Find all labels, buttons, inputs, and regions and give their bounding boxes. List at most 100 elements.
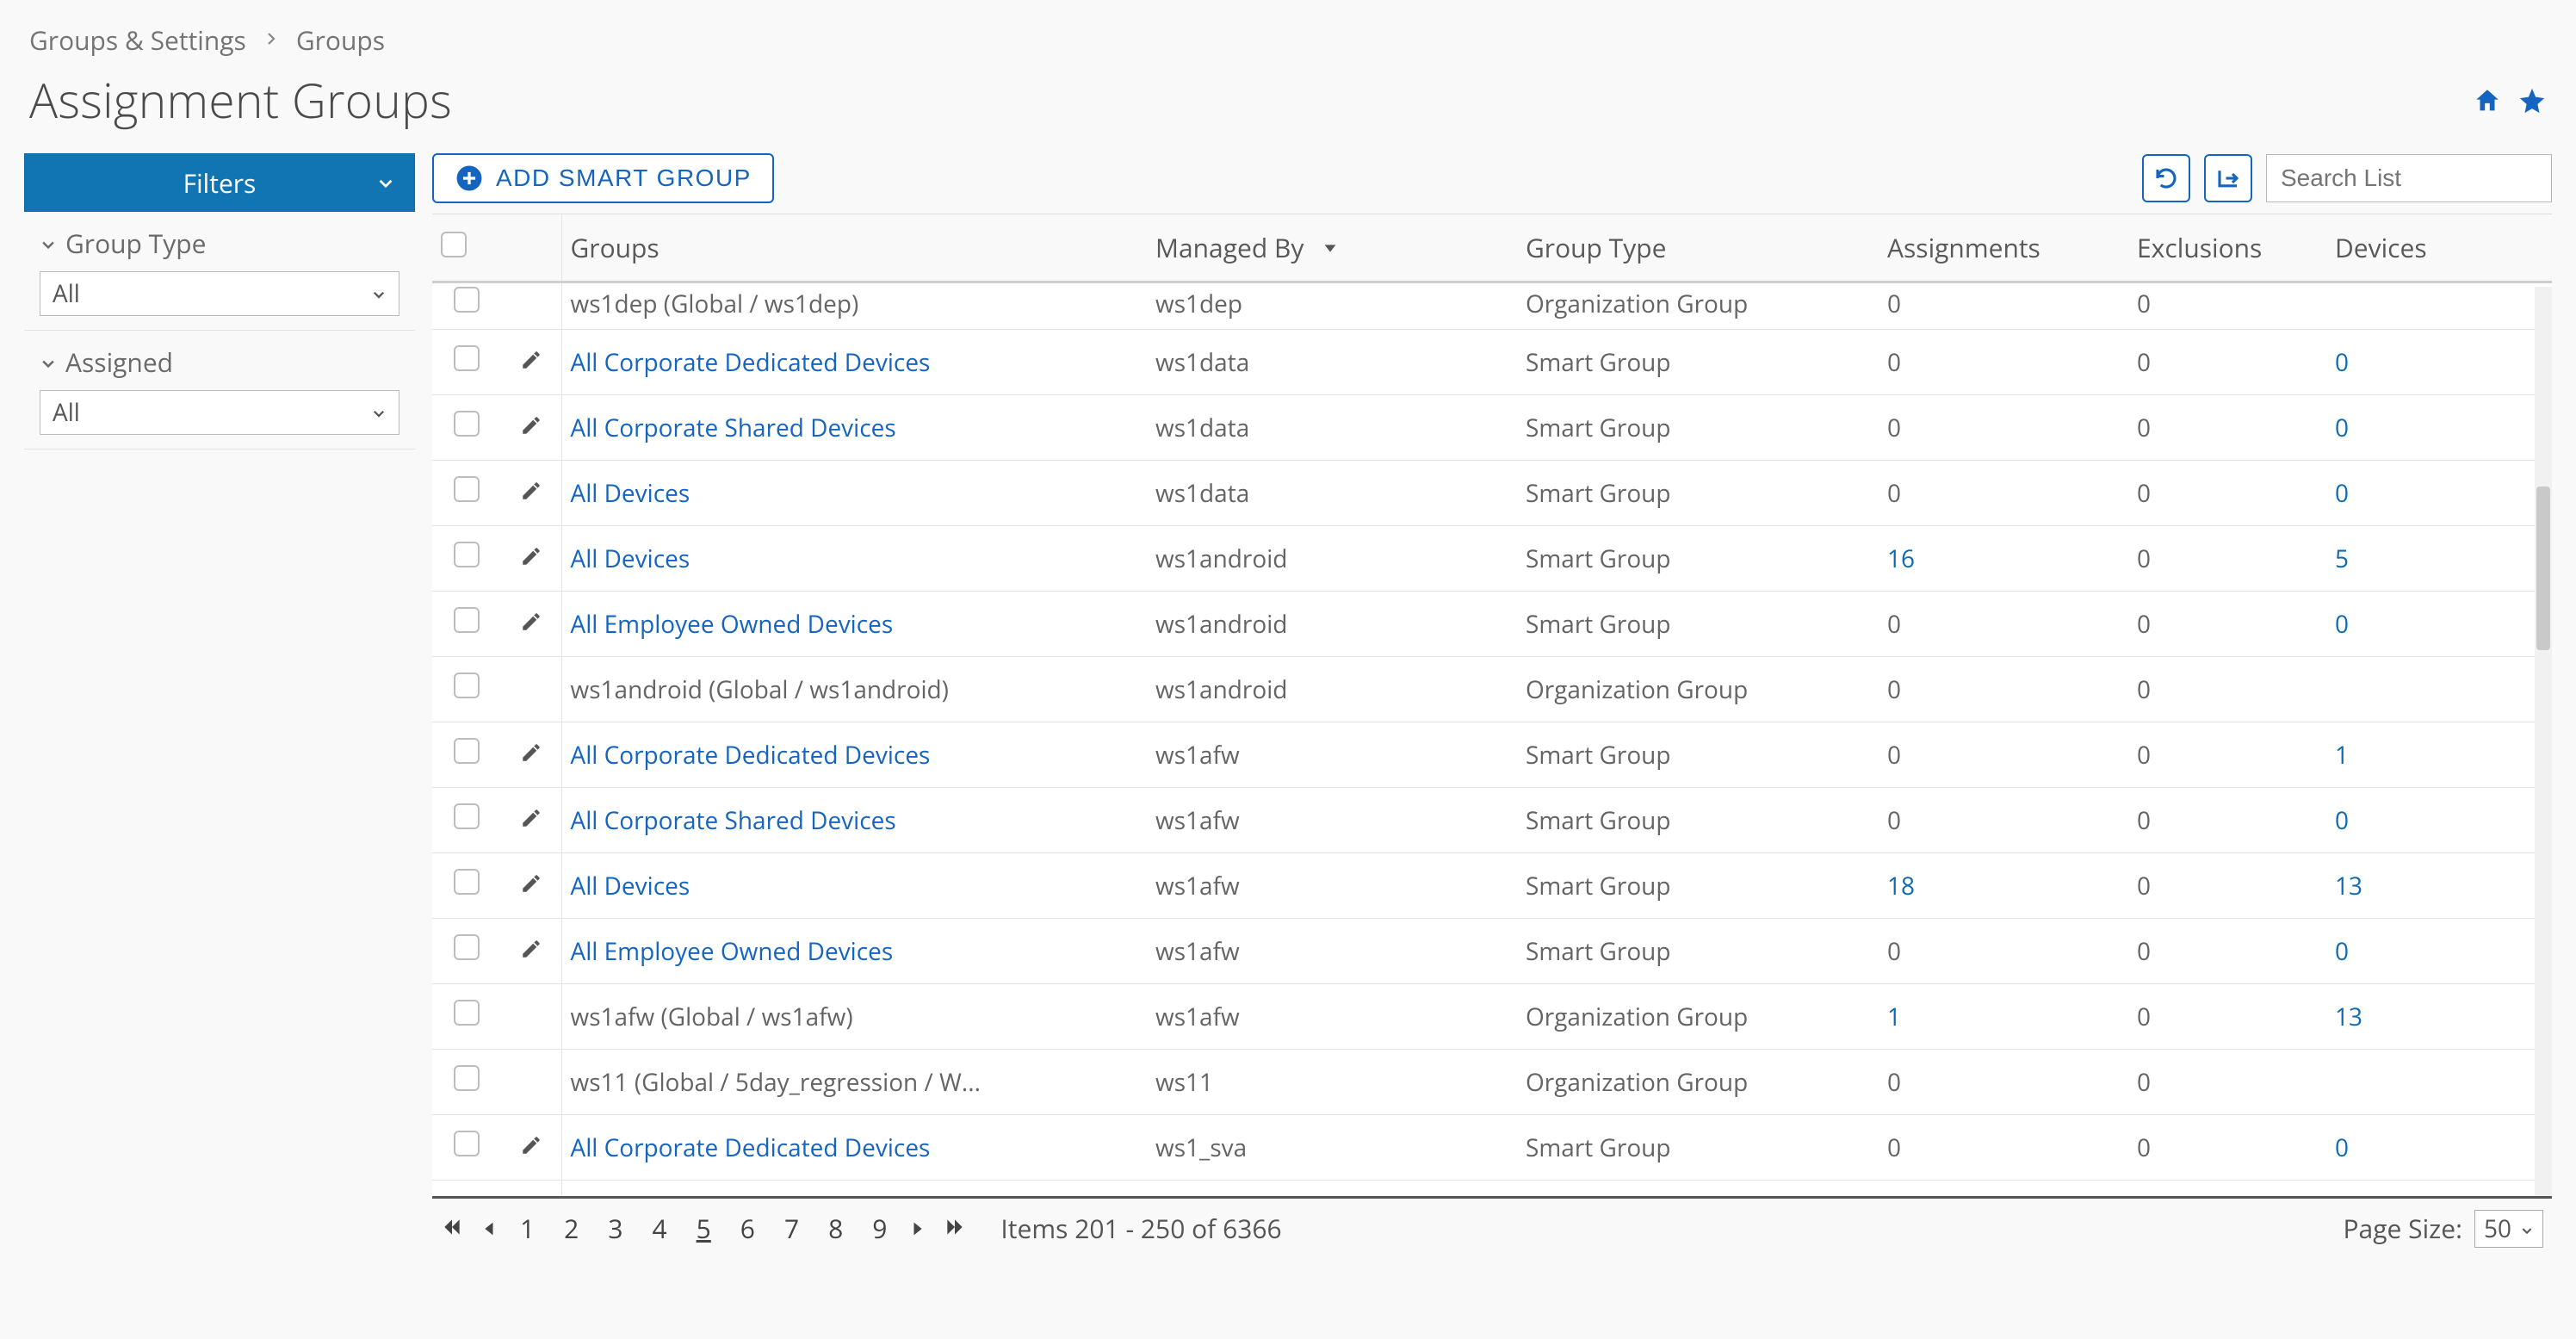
cell-devices[interactable]: 0 — [2326, 919, 2552, 984]
pager-page-number[interactable]: 3 — [603, 1209, 628, 1248]
cell-devices[interactable]: 0 — [2326, 461, 2552, 526]
row-checkbox[interactable] — [454, 738, 480, 764]
group-name[interactable]: All Devices — [571, 477, 690, 510]
cell-group-name[interactable]: All Devices — [561, 526, 1147, 592]
table-row[interactable]: All Corporate Dedicated Devicesws1afwSma… — [432, 722, 2552, 788]
cell-group-name[interactable]: All Corporate Shared Devices — [561, 1181, 1147, 1197]
cell-devices[interactable]: 1 — [2326, 722, 2552, 788]
filter-heading-assigned[interactable]: Assigned — [40, 344, 399, 380]
table-row[interactable]: All Employee Owned Devicesws1androidSmar… — [432, 592, 2552, 657]
pencil-icon[interactable] — [520, 1131, 542, 1164]
row-checkbox[interactable] — [454, 673, 480, 698]
row-checkbox[interactable] — [454, 345, 480, 371]
row-checkbox[interactable] — [454, 287, 480, 313]
cell-devices[interactable]: 0 — [2326, 395, 2552, 461]
select-all-checkbox[interactable] — [441, 232, 467, 257]
cell-group-name[interactable]: All Corporate Shared Devices — [561, 788, 1147, 853]
filter-heading-group-type[interactable]: Group Type — [40, 226, 399, 261]
assigned-select[interactable]: All — [40, 390, 399, 435]
col-header-exclusions[interactable]: Exclusions — [2128, 214, 2326, 282]
pager-prev[interactable] — [479, 1211, 498, 1246]
pencil-icon[interactable] — [520, 346, 542, 379]
add-smart-group-button[interactable]: ADD SMART GROUP — [432, 153, 774, 203]
table-row[interactable]: All Corporate Dedicated Devicesws1dataSm… — [432, 330, 2552, 395]
row-checkbox[interactable] — [454, 476, 480, 502]
cell-devices[interactable]: 13 — [2326, 984, 2552, 1050]
table-row[interactable]: ws1afw (Global / ws1afw)ws1afwOrganizati… — [432, 984, 2552, 1050]
table-row[interactable]: All Employee Owned Devicesws1afwSmart Gr… — [432, 919, 2552, 984]
table-row[interactable]: All Devicesws1androidSmart Group1605 — [432, 526, 2552, 592]
cell-group-name[interactable]: All Corporate Dedicated Devices — [561, 722, 1147, 788]
group-name[interactable]: All Corporate Dedicated Devices — [571, 1131, 931, 1164]
pager-page-number[interactable]: 2 — [559, 1209, 584, 1248]
breadcrumb-root[interactable]: Groups & Settings — [29, 22, 246, 58]
row-checkbox[interactable] — [454, 1065, 480, 1091]
scrollbar-thumb[interactable] — [2536, 487, 2550, 650]
group-name[interactable]: All Corporate Dedicated Devices — [571, 346, 931, 379]
cell-devices[interactable]: 0 — [2326, 1181, 2552, 1197]
pencil-icon[interactable] — [520, 412, 542, 444]
col-header-group-type[interactable]: Group Type — [1517, 214, 1879, 282]
group-name[interactable]: All Devices — [571, 542, 690, 575]
cell-group-name[interactable]: All Corporate Shared Devices — [561, 395, 1147, 461]
pencil-icon[interactable] — [520, 542, 542, 575]
search-input[interactable] — [2266, 154, 2552, 202]
cell-devices[interactable]: 0 — [2326, 592, 2552, 657]
export-button[interactable] — [2204, 154, 2252, 202]
pencil-icon[interactable] — [520, 804, 542, 837]
pager-next[interactable] — [909, 1211, 928, 1246]
pager-first[interactable] — [441, 1211, 463, 1246]
pager-page-number[interactable]: 5 — [691, 1209, 716, 1248]
row-checkbox[interactable] — [454, 934, 480, 960]
cell-group-name[interactable]: All Devices — [561, 461, 1147, 526]
row-checkbox[interactable] — [454, 607, 480, 633]
pager-last[interactable] — [944, 1211, 966, 1246]
page-size-select[interactable]: 50 — [2474, 1210, 2543, 1248]
group-name[interactable]: All Devices — [571, 870, 690, 902]
table-row[interactable]: ws1dep (Global / ws1dep)ws1depOrganizati… — [432, 282, 2552, 330]
cell-group-name[interactable]: All Devices — [561, 853, 1147, 919]
cell-assignments[interactable]: 1 — [1879, 984, 2128, 1050]
col-header-managed-by[interactable]: Managed By — [1147, 214, 1517, 282]
cell-devices[interactable]: 0 — [2326, 330, 2552, 395]
row-checkbox[interactable] — [454, 803, 480, 829]
cell-devices[interactable]: 5 — [2326, 526, 2552, 592]
home-icon[interactable] — [2473, 86, 2502, 115]
col-header-devices[interactable]: Devices — [2326, 214, 2552, 282]
filters-toggle[interactable]: Filters — [24, 153, 415, 212]
star-icon[interactable] — [2517, 86, 2547, 115]
col-header-groups[interactable]: Groups — [561, 214, 1147, 282]
vertical-scrollbar[interactable] — [2535, 287, 2552, 1196]
table-row[interactable]: All Devicesws1dataSmart Group000 — [432, 461, 2552, 526]
table-row[interactable]: All Devicesws1afwSmart Group18013 — [432, 853, 2552, 919]
cell-group-name[interactable]: All Corporate Dedicated Devices — [561, 1115, 1147, 1181]
breadcrumb-leaf[interactable]: Groups — [296, 22, 385, 58]
group-name[interactable]: All Corporate Dedicated Devices — [571, 739, 931, 772]
group-name[interactable]: All Corporate Shared Devices — [571, 412, 896, 444]
cell-devices[interactable]: 0 — [2326, 1115, 2552, 1181]
table-row[interactable]: All Corporate Shared Devicesws1afwSmart … — [432, 788, 2552, 853]
row-checkbox[interactable] — [454, 1000, 480, 1026]
refresh-button[interactable] — [2142, 154, 2190, 202]
row-checkbox[interactable] — [454, 869, 480, 895]
row-checkbox[interactable] — [454, 542, 480, 567]
table-row[interactable]: All Corporate Shared Devicesws1dataSmart… — [432, 395, 2552, 461]
cell-group-name[interactable]: All Employee Owned Devices — [561, 919, 1147, 984]
row-checkbox[interactable] — [454, 411, 480, 437]
cell-devices[interactable]: 0 — [2326, 788, 2552, 853]
table-row[interactable]: All Corporate Dedicated Devicesws1_svaSm… — [432, 1115, 2552, 1181]
pager-page-number[interactable]: 8 — [823, 1209, 848, 1248]
table-row[interactable]: ws11 (Global / 5day_regression / W...ws1… — [432, 1050, 2552, 1115]
group-name[interactable]: All Employee Owned Devices — [571, 935, 894, 968]
cell-group-name[interactable]: All Corporate Dedicated Devices — [561, 330, 1147, 395]
group-name[interactable]: All Employee Owned Devices — [571, 608, 894, 641]
cell-devices[interactable]: 13 — [2326, 853, 2552, 919]
group-type-select[interactable]: All — [40, 271, 399, 316]
pencil-icon[interactable] — [520, 608, 542, 641]
cell-assignments[interactable]: 18 — [1879, 853, 2128, 919]
pager-page-number[interactable]: 1 — [515, 1209, 540, 1248]
pager-page-number[interactable]: 4 — [647, 1209, 672, 1248]
pager-page-number[interactable]: 7 — [779, 1209, 804, 1248]
pencil-icon[interactable] — [520, 739, 542, 772]
pencil-icon[interactable] — [520, 870, 542, 902]
